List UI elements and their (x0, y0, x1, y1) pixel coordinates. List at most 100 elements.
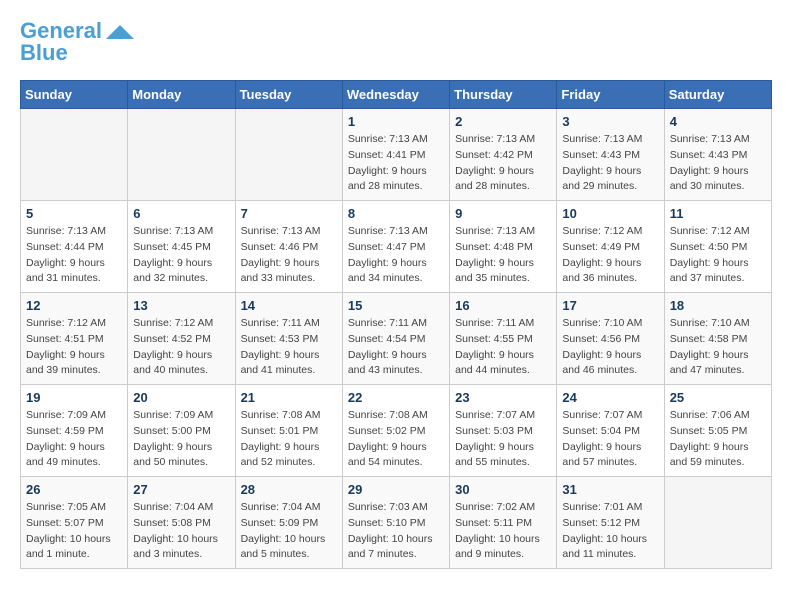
calendar-day-cell: 4 Sunrise: 7:13 AM Sunset: 4:43 PM Daylig… (664, 109, 771, 201)
day-info: Sunrise: 7:08 AM Sunset: 5:02 PM Dayligh… (348, 408, 444, 471)
calendar-day-cell: 24 Sunrise: 7:07 AM Sunset: 5:04 PM Dayli… (557, 385, 664, 477)
day-number: 17 (562, 298, 658, 313)
day-number: 31 (562, 482, 658, 497)
day-number: 6 (133, 206, 229, 221)
day-info: Sunrise: 7:07 AM Sunset: 5:03 PM Dayligh… (455, 408, 551, 471)
day-info: Sunrise: 7:01 AM Sunset: 5:12 PM Dayligh… (562, 500, 658, 563)
calendar-day-cell: 6 Sunrise: 7:13 AM Sunset: 4:45 PM Daylig… (128, 201, 235, 293)
calendar-week-row: 19Sunrise: 7:09 AM Sunset: 4:59 PM Dayli… (21, 385, 772, 477)
day-of-week-header: Sunday (21, 81, 128, 109)
day-of-week-header: Wednesday (342, 81, 449, 109)
day-number: 1 (348, 114, 444, 129)
day-of-week-header: Tuesday (235, 81, 342, 109)
day-info: Sunrise: 7:12 AM Sunset: 4:51 PM Dayligh… (26, 316, 122, 379)
day-number: 8 (348, 206, 444, 221)
day-number: 12 (26, 298, 122, 313)
day-info: Sunrise: 7:09 AM Sunset: 5:00 PM Dayligh… (133, 408, 229, 471)
calendar-day-cell (664, 477, 771, 569)
day-number: 21 (241, 390, 337, 405)
day-number: 19 (26, 390, 122, 405)
day-number: 23 (455, 390, 551, 405)
calendar-day-cell: 28 Sunrise: 7:04 AM Sunset: 5:09 PM Dayli… (235, 477, 342, 569)
calendar-day-cell: 2 Sunrise: 7:13 AM Sunset: 4:42 PM Daylig… (450, 109, 557, 201)
calendar-day-cell (21, 109, 128, 201)
day-info: Sunrise: 7:07 AM Sunset: 5:04 PM Dayligh… (562, 408, 658, 471)
calendar-week-row: 26 Sunrise: 7:05 AM Sunset: 5:07 PM Dayli… (21, 477, 772, 569)
calendar-day-cell (128, 109, 235, 201)
day-of-week-header: Monday (128, 81, 235, 109)
calendar-day-cell: 27 Sunrise: 7:04 AM Sunset: 5:08 PM Dayli… (128, 477, 235, 569)
calendar-day-cell: 17 Sunrise: 7:10 AM Sunset: 4:56 PM Dayli… (557, 293, 664, 385)
day-info: Sunrise: 7:11 AM Sunset: 4:53 PM Dayligh… (241, 316, 337, 379)
calendar-day-cell: 7 Sunrise: 7:13 AM Sunset: 4:46 PM Daylig… (235, 201, 342, 293)
page-header: General Blue (20, 20, 772, 64)
calendar-week-row: 12 Sunrise: 7:12 AM Sunset: 4:51 PM Dayli… (21, 293, 772, 385)
calendar-week-row: 1 Sunrise: 7:13 AM Sunset: 4:41 PM Daylig… (21, 109, 772, 201)
day-number: 30 (455, 482, 551, 497)
day-info: Sunrise: 7:11 AM Sunset: 4:54 PM Dayligh… (348, 316, 444, 379)
calendar-day-cell: 8 Sunrise: 7:13 AM Sunset: 4:47 PM Daylig… (342, 201, 449, 293)
calendar-day-cell: 25 Sunrise: 7:06 AM Sunset: 5:05 PM Dayli… (664, 385, 771, 477)
calendar-day-cell (235, 109, 342, 201)
calendar-day-cell: 15 Sunrise: 7:11 AM Sunset: 4:54 PM Dayli… (342, 293, 449, 385)
calendar-day-cell: 14 Sunrise: 7:11 AM Sunset: 4:53 PM Dayli… (235, 293, 342, 385)
calendar-day-cell: 1 Sunrise: 7:13 AM Sunset: 4:41 PM Daylig… (342, 109, 449, 201)
day-number: 25 (670, 390, 766, 405)
day-of-week-header: Friday (557, 81, 664, 109)
calendar-day-cell: 21 Sunrise: 7:08 AM Sunset: 5:01 PM Dayli… (235, 385, 342, 477)
calendar-day-cell: 22 Sunrise: 7:08 AM Sunset: 5:02 PM Dayli… (342, 385, 449, 477)
day-number: 20 (133, 390, 229, 405)
calendar-day-cell: 3 Sunrise: 7:13 AM Sunset: 4:43 PM Daylig… (557, 109, 664, 201)
day-info: Sunrise: 7:08 AM Sunset: 5:01 PM Dayligh… (241, 408, 337, 471)
calendar-week-row: 5 Sunrise: 7:13 AM Sunset: 4:44 PM Daylig… (21, 201, 772, 293)
calendar-day-cell: 19Sunrise: 7:09 AM Sunset: 4:59 PM Dayli… (21, 385, 128, 477)
calendar-day-cell: 13Sunrise: 7:12 AM Sunset: 4:52 PM Dayli… (128, 293, 235, 385)
calendar-day-cell: 9 Sunrise: 7:13 AM Sunset: 4:48 PM Daylig… (450, 201, 557, 293)
day-info: Sunrise: 7:04 AM Sunset: 5:09 PM Dayligh… (241, 500, 337, 563)
day-info: Sunrise: 7:13 AM Sunset: 4:41 PM Dayligh… (348, 132, 444, 195)
day-number: 15 (348, 298, 444, 313)
day-number: 5 (26, 206, 122, 221)
day-info: Sunrise: 7:11 AM Sunset: 4:55 PM Dayligh… (455, 316, 551, 379)
day-number: 3 (562, 114, 658, 129)
logo: General Blue (20, 20, 134, 64)
day-info: Sunrise: 7:12 AM Sunset: 4:50 PM Dayligh… (670, 224, 766, 287)
day-info: Sunrise: 7:03 AM Sunset: 5:10 PM Dayligh… (348, 500, 444, 563)
day-number: 14 (241, 298, 337, 313)
day-number: 11 (670, 206, 766, 221)
day-number: 27 (133, 482, 229, 497)
day-number: 26 (26, 482, 122, 497)
day-number: 10 (562, 206, 658, 221)
day-info: Sunrise: 7:13 AM Sunset: 4:46 PM Dayligh… (241, 224, 337, 287)
day-number: 2 (455, 114, 551, 129)
day-number: 9 (455, 206, 551, 221)
calendar-day-cell: 30 Sunrise: 7:02 AM Sunset: 5:11 PM Dayli… (450, 477, 557, 569)
day-number: 28 (241, 482, 337, 497)
day-info: Sunrise: 7:13 AM Sunset: 4:44 PM Dayligh… (26, 224, 122, 287)
calendar-header-row: SundayMondayTuesdayWednesdayThursdayFrid… (21, 81, 772, 109)
calendar-day-cell: 10Sunrise: 7:12 AM Sunset: 4:49 PM Dayli… (557, 201, 664, 293)
day-info: Sunrise: 7:13 AM Sunset: 4:45 PM Dayligh… (133, 224, 229, 287)
day-info: Sunrise: 7:10 AM Sunset: 4:56 PM Dayligh… (562, 316, 658, 379)
day-info: Sunrise: 7:13 AM Sunset: 4:47 PM Dayligh… (348, 224, 444, 287)
logo-icon (106, 25, 134, 39)
day-info: Sunrise: 7:02 AM Sunset: 5:11 PM Dayligh… (455, 500, 551, 563)
day-info: Sunrise: 7:05 AM Sunset: 5:07 PM Dayligh… (26, 500, 122, 563)
day-number: 7 (241, 206, 337, 221)
calendar-day-cell: 18Sunrise: 7:10 AM Sunset: 4:58 PM Dayli… (664, 293, 771, 385)
day-info: Sunrise: 7:13 AM Sunset: 4:42 PM Dayligh… (455, 132, 551, 195)
calendar-day-cell: 12 Sunrise: 7:12 AM Sunset: 4:51 PM Dayli… (21, 293, 128, 385)
calendar-day-cell: 5 Sunrise: 7:13 AM Sunset: 4:44 PM Daylig… (21, 201, 128, 293)
day-number: 24 (562, 390, 658, 405)
day-number: 4 (670, 114, 766, 129)
day-info: Sunrise: 7:04 AM Sunset: 5:08 PM Dayligh… (133, 500, 229, 563)
day-number: 22 (348, 390, 444, 405)
calendar-day-cell: 16Sunrise: 7:11 AM Sunset: 4:55 PM Dayli… (450, 293, 557, 385)
day-info: Sunrise: 7:13 AM Sunset: 4:48 PM Dayligh… (455, 224, 551, 287)
calendar-day-cell: 20 Sunrise: 7:09 AM Sunset: 5:00 PM Dayli… (128, 385, 235, 477)
day-info: Sunrise: 7:13 AM Sunset: 4:43 PM Dayligh… (670, 132, 766, 195)
day-info: Sunrise: 7:13 AM Sunset: 4:43 PM Dayligh… (562, 132, 658, 195)
calendar-day-cell: 11 Sunrise: 7:12 AM Sunset: 4:50 PM Dayli… (664, 201, 771, 293)
day-of-week-header: Thursday (450, 81, 557, 109)
day-info: Sunrise: 7:06 AM Sunset: 5:05 PM Dayligh… (670, 408, 766, 471)
